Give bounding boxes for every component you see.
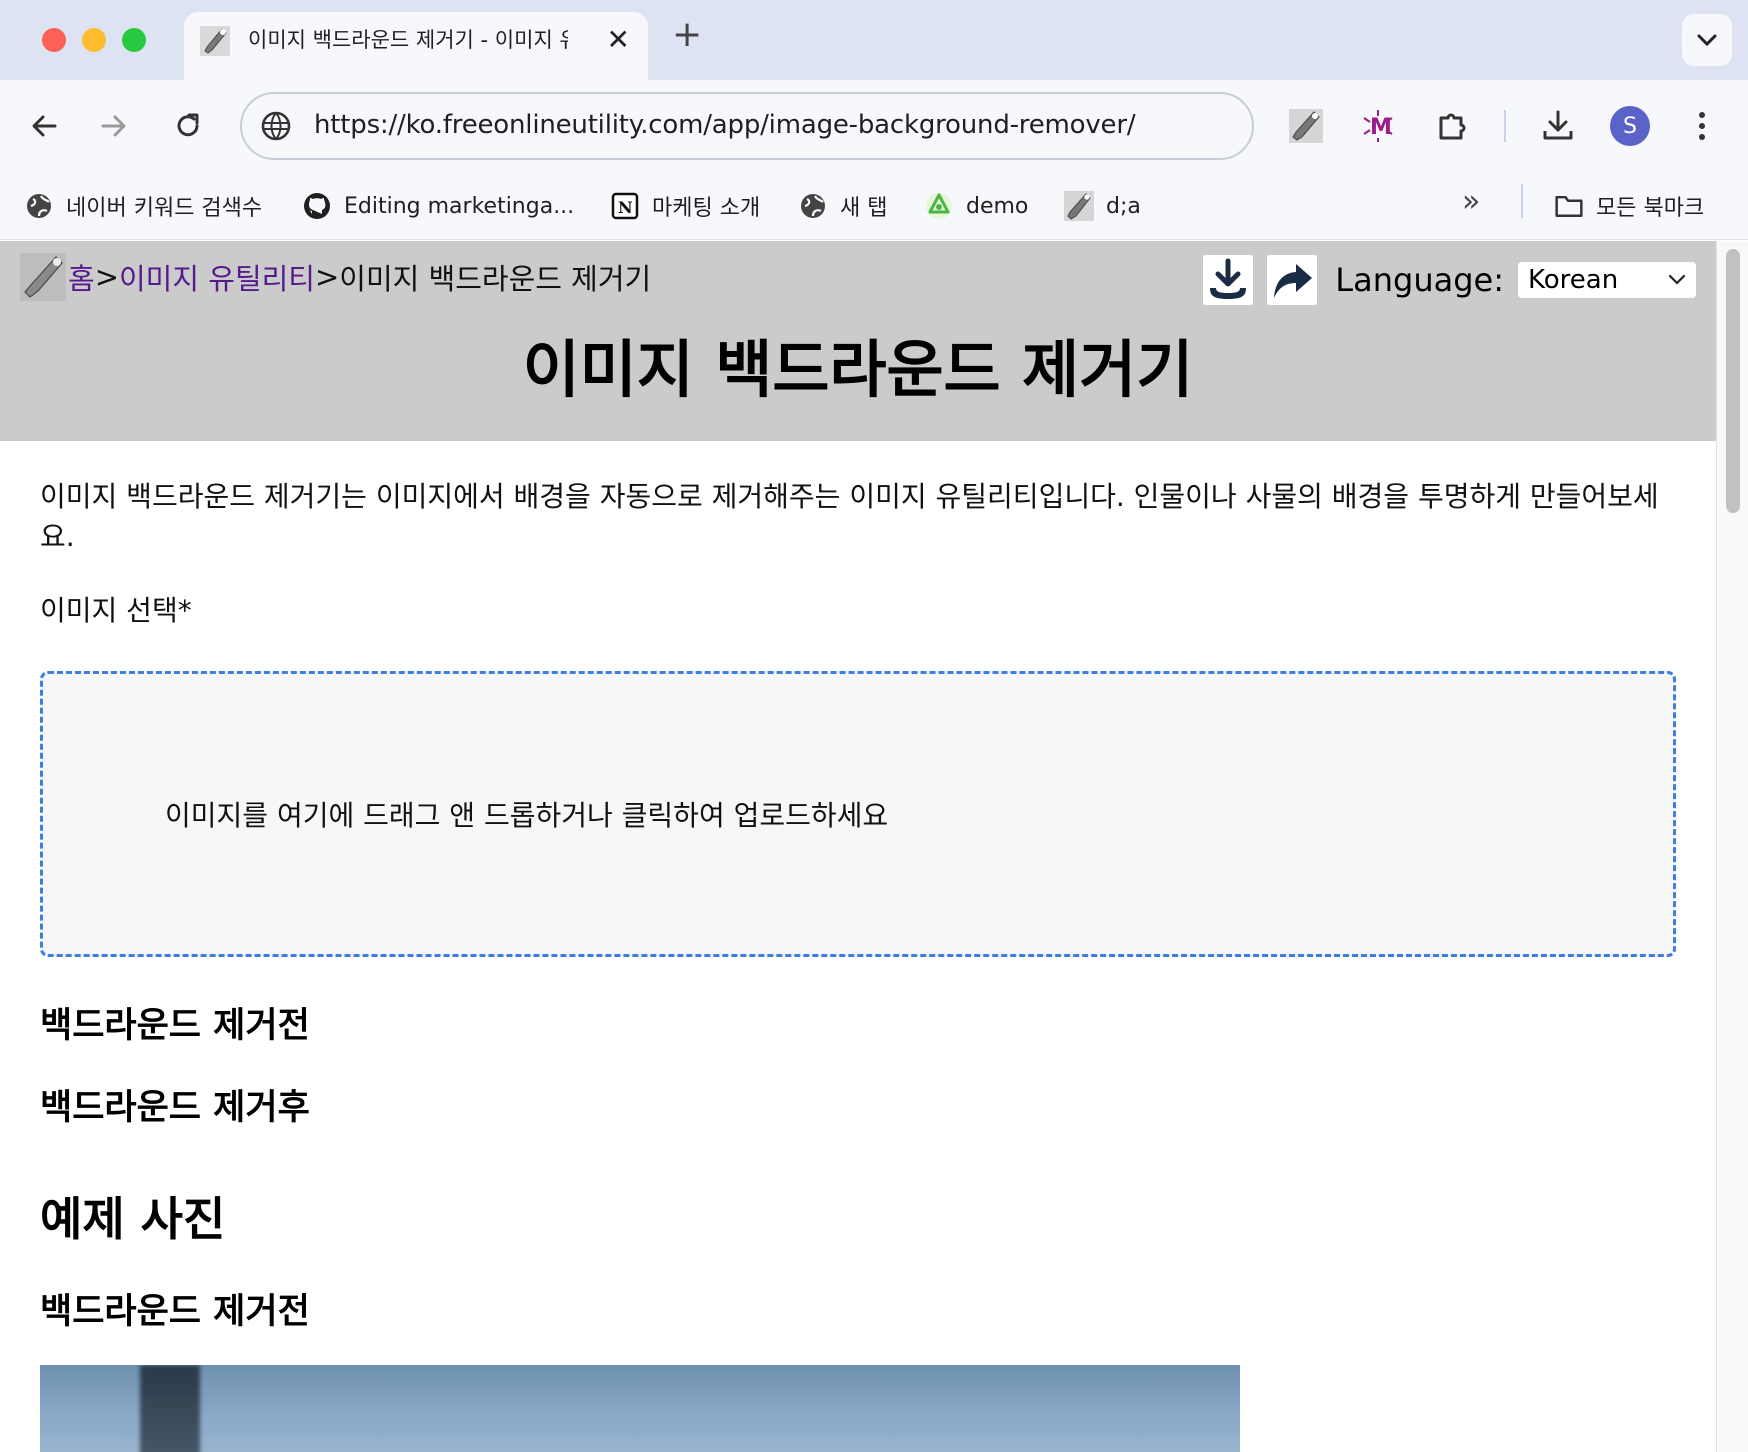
- chevron-down-icon: [1697, 34, 1717, 47]
- browser-tab-active[interactable]: 이미지 백드라운드 제거기 - 이미지 유틸리티 ✕: [184, 12, 648, 80]
- example-image-tower: [140, 1365, 200, 1452]
- image-upload-dropzone[interactable]: 이미지를 여기에 드래그 앤 드롭하거나 클릭하여 업로드하세요: [40, 671, 1676, 957]
- download-icon: [1543, 110, 1573, 140]
- bookmark-item[interactable]: d;a: [1064, 186, 1141, 226]
- browser-menu-button[interactable]: [1678, 102, 1726, 150]
- dropzone-instructions: 이미지를 여기에 드래그 앤 드롭하거나 클릭하여 업로드하세요: [165, 799, 889, 832]
- wrench-icon: [200, 26, 230, 56]
- bookmark-label: demo: [966, 193, 1029, 219]
- bookmarks-separator: [1521, 184, 1523, 218]
- window-zoom-button[interactable]: [122, 28, 146, 52]
- example-before-image: [40, 1365, 1240, 1452]
- bookmark-label: d;a: [1106, 193, 1141, 219]
- before-removal-heading: 백드라운드 제거전: [40, 1006, 310, 1046]
- svg-text:N: N: [618, 198, 633, 217]
- svg-text:M: M: [1370, 115, 1392, 140]
- new-tab-button[interactable]: +: [672, 14, 702, 55]
- extension-wrench-button[interactable]: [1282, 102, 1330, 150]
- breadcrumb-current: 이미지 백드라운드 제거기: [339, 262, 652, 296]
- page-header: 홈 > 이미지 유틸리티 > 이미지 백드라운드 제거기 Language: K…: [0, 241, 1716, 441]
- page-description: 이미지 백드라운드 제거기는 이미지에서 배경을 자동으로 제거해주는 이미지 …: [40, 480, 1659, 553]
- bookmarks-bar: 네이버 키워드 검색수 Editing marketinga... N 마케팅 …: [0, 172, 1748, 240]
- all-bookmarks-button[interactable]: 모든 북마크: [1554, 186, 1704, 226]
- web-page: 홈 > 이미지 유틸리티 > 이미지 백드라운드 제거기 Language: K…: [0, 241, 1716, 1452]
- bookmark-item[interactable]: N 마케팅 소개: [610, 186, 760, 226]
- puzzle-icon: [1439, 113, 1466, 140]
- tab-search-button[interactable]: [1682, 14, 1732, 66]
- tab-close-icon[interactable]: ✕: [607, 23, 630, 56]
- extension-m-button[interactable]: M: [1354, 102, 1402, 150]
- notion-icon: N: [610, 191, 640, 221]
- bookmark-label: 네이버 키워드 검색수: [66, 196, 263, 221]
- toolbar-separator: [1504, 110, 1506, 142]
- all-bookmarks-label: 모든 북마크: [1596, 196, 1705, 221]
- back-button[interactable]: [22, 104, 66, 148]
- browser-tab-strip: 이미지 백드라운드 제거기 - 이미지 유틸리티 ✕ +: [0, 0, 1748, 80]
- address-bar[interactable]: https://ko.freeonlineutility.com/app/ima…: [240, 92, 1254, 160]
- forward-button[interactable]: [92, 104, 136, 148]
- window-close-button[interactable]: [42, 28, 66, 52]
- site-logo-wrench-icon[interactable]: [20, 253, 66, 301]
- bookmark-item[interactable]: demo: [924, 186, 1028, 226]
- extensions-button[interactable]: [1428, 102, 1476, 150]
- image-select-label: 이미지 선택*: [40, 594, 192, 627]
- site-info-icon[interactable]: [260, 110, 292, 142]
- download-icon: [1210, 258, 1247, 299]
- breadcrumb-separator: >: [314, 260, 340, 294]
- reload-icon: [177, 113, 199, 137]
- profile-avatar[interactable]: S: [1610, 106, 1650, 146]
- address-url[interactable]: https://ko.freeonlineutility.com/app/ima…: [314, 110, 1136, 140]
- more-vert-icon: [1699, 112, 1705, 140]
- arrow-left-icon: [32, 115, 57, 137]
- recycle-icon: [924, 191, 954, 221]
- after-removal-heading: 백드라운드 제거후: [40, 1088, 310, 1128]
- browser-toolbar: https://ko.freeonlineutility.com/app/ima…: [0, 80, 1748, 172]
- examples-heading: 예제 사진: [40, 1192, 226, 1246]
- share-button[interactable]: [1267, 255, 1318, 305]
- bookmark-item[interactable]: 네이버 키워드 검색수: [24, 186, 262, 226]
- tab-title: 이미지 백드라운드 제거기 - 이미지 유틸리티: [248, 28, 568, 52]
- bookmark-label: Editing marketinga...: [344, 193, 575, 219]
- github-icon: [302, 191, 332, 221]
- folder-icon: [1554, 191, 1584, 221]
- breadcrumb-separator: >: [94, 260, 119, 294]
- page-title: 이미지 백드라운드 제거기: [522, 333, 1194, 406]
- page-scrollbar[interactable]: [1716, 241, 1748, 1452]
- scrollbar-thumb[interactable]: [1726, 249, 1740, 513]
- bookmark-label: 마케팅 소개: [652, 196, 761, 221]
- wrench-icon: [1289, 109, 1323, 143]
- chevron-down-icon: [1668, 274, 1686, 285]
- globe-icon: [798, 191, 828, 221]
- bookmarks-overflow-button[interactable]: »: [1462, 184, 1480, 219]
- language-select-value: Korean: [1528, 265, 1619, 295]
- downloads-button[interactable]: [1534, 102, 1582, 150]
- window-minimize-button[interactable]: [82, 28, 106, 52]
- language-label: Language:: [1335, 261, 1504, 299]
- breadcrumb: 홈 > 이미지 유틸리티 > 이미지 백드라운드 제거기: [20, 253, 651, 301]
- bookmark-item[interactable]: Editing marketinga...: [302, 186, 574, 226]
- globe-icon: [24, 191, 54, 221]
- bookmark-item[interactable]: 새 탭: [798, 186, 887, 226]
- reload-button[interactable]: [166, 104, 210, 148]
- breadcrumb-category-link[interactable]: 이미지 유틸리티: [119, 256, 315, 298]
- wrench-icon: [1064, 191, 1094, 221]
- bookmark-label: 새 탭: [840, 196, 888, 221]
- example-before-heading: 백드라운드 제거전: [40, 1292, 310, 1332]
- language-select[interactable]: Korean: [1518, 262, 1696, 298]
- sparkle-m-icon: M: [1363, 110, 1393, 142]
- arrow-right-icon: [101, 115, 126, 137]
- breadcrumb-home-link[interactable]: 홈: [68, 256, 95, 298]
- share-arrow-icon: [1274, 264, 1313, 298]
- header-tools: Language: Korean: [1203, 255, 1696, 305]
- download-page-button[interactable]: [1203, 255, 1254, 305]
